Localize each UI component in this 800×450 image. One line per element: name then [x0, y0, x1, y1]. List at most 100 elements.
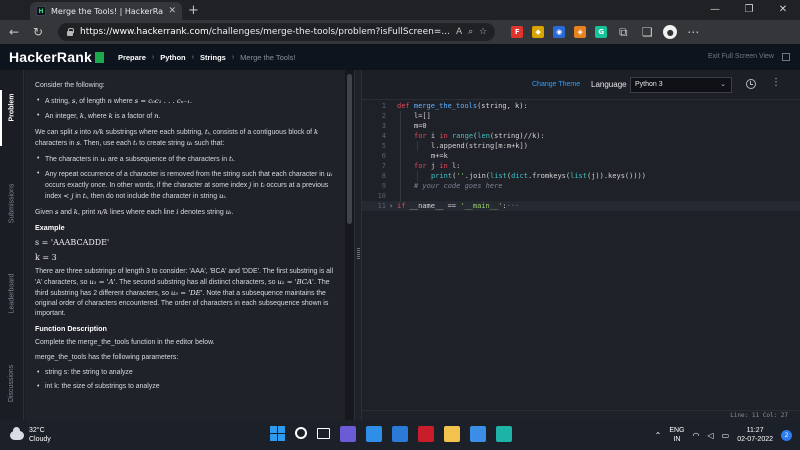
hackerrank-logo[interactable]: HackerRank — [9, 49, 104, 65]
learn-app-icon[interactable] — [366, 426, 382, 442]
scrollbar-thumb[interactable] — [347, 74, 352, 224]
new-tab-icon[interactable]: + — [188, 3, 199, 18]
breadcrumb-prepare[interactable]: Prepare — [118, 53, 146, 62]
tab-leaderboard[interactable]: Leaderboard — [0, 274, 24, 314]
list-item: An integer, k, where k is a factor of n. — [35, 111, 335, 122]
file-explorer-icon[interactable] — [444, 426, 460, 442]
window-controls: — ❐ ✕ — [698, 0, 800, 20]
close-window-icon[interactable]: ✕ — [766, 0, 800, 20]
example-heading: Example — [35, 223, 65, 232]
browser-toolbar: ← ↻ https://www.hackerrank.com/challenge… — [0, 20, 800, 44]
read-aloud-icon[interactable]: A — [456, 27, 462, 37]
tab-title: Merge the Tools! | HackerRank — [51, 6, 164, 16]
weather-condition: Cloudy — [29, 436, 51, 443]
notepad-icon[interactable] — [470, 426, 486, 442]
volume-icon[interactable]: ◁ — [707, 431, 713, 440]
breadcrumb: Prepare › Python › Strings › Merge the T… — [118, 53, 296, 62]
drag-handle-icon[interactable] — [357, 248, 360, 260]
fold-chevron-icon[interactable]: › — [389, 201, 393, 211]
clock[interactable]: 11:27 02-07-2022 — [737, 426, 773, 444]
code-line: 1 def merge_the_tools(string, k): — [381, 102, 528, 110]
favorites-icon[interactable]: ☆ — [479, 27, 487, 37]
tab-discussions[interactable]: Discussions — [0, 365, 24, 402]
zoom-icon[interactable]: ⌕ — [468, 27, 473, 37]
example-explanation: There are three substrings of length 3 t… — [35, 267, 334, 317]
change-theme-link[interactable]: Change Theme — [532, 81, 580, 88]
refresh-icon[interactable]: ↻ — [30, 25, 46, 39]
history-icon[interactable] — [746, 79, 756, 89]
panel-splitter[interactable] — [354, 70, 362, 420]
code-line: 5 l.append(string[m:m+k]) — [381, 142, 528, 150]
code-line: 9 # your code goes here — [381, 182, 503, 190]
list-item: The characters in uᵢ are a subsequence o… — [35, 154, 335, 165]
folded-ellipsis[interactable]: ··· — [507, 202, 520, 210]
more-options-icon[interactable]: ⋮ — [771, 78, 781, 88]
close-tab-icon[interactable]: ✕ — [168, 6, 176, 16]
minimize-icon[interactable]: — — [698, 0, 732, 20]
input-language[interactable]: ENG IN — [669, 426, 684, 444]
video-call-icon[interactable] — [340, 426, 356, 442]
code-line: 10 — [377, 192, 386, 200]
edge-icon[interactable] — [496, 426, 512, 442]
exit-fullscreen-link[interactable]: Exit Full Screen View — [708, 53, 774, 60]
temperature: 32°C — [29, 427, 45, 434]
function-description: Complete the merge_the_tools function in… — [35, 339, 215, 347]
extensions-icon[interactable]: ⧉ — [615, 25, 631, 40]
fuzzy-extension-icon[interactable]: F — [511, 26, 524, 38]
breadcrumb-strings[interactable]: Strings — [200, 53, 226, 62]
editor-toolbar: Change Theme Language Python 3 ⌄ ⋮ — [362, 70, 800, 100]
code-line: 8 print(''.join(list(dict.fromkeys(list(… — [381, 172, 646, 180]
mail-icon[interactable] — [392, 426, 408, 442]
code-editor[interactable]: 1 def merge_the_tools(string, k): 2 l=[]… — [362, 100, 800, 410]
weather-widget[interactable]: 32°C Cloudy — [10, 426, 51, 444]
windows-taskbar: 32°C Cloudy ⌃ ENG IN ◠ ◁ ▭ 11:27 02-07-2022… — [0, 420, 800, 450]
code-line-current: 11 › if __name__ == '__main__':··· — [362, 201, 800, 211]
language-select[interactable]: Python 3 ⌄ — [630, 77, 732, 93]
parameters-list: string s: the string to analyze int k: t… — [35, 368, 335, 392]
shield-extension-icon[interactable]: ◆ — [532, 26, 545, 38]
browser-tab-bar: H Merge the Tools! | HackerRank ✕ + — ❐ … — [0, 0, 800, 20]
tab-problem[interactable]: Problem — [0, 90, 24, 146]
chevron-up-icon[interactable]: ⌃ — [655, 431, 662, 440]
code-line: 7 for j in l: — [381, 162, 461, 170]
address-bar[interactable]: https://www.hackerrank.com/challenges/me… — [58, 23, 496, 41]
cloud-icon — [10, 426, 24, 440]
extensions-row: F ◆ ◉ ◈ G — [511, 26, 608, 38]
list-item: int k: the size of substrings to analyze — [35, 382, 335, 392]
exit-fullscreen-icon[interactable] — [782, 53, 790, 61]
chevron-right-icon: › — [151, 53, 155, 61]
logo-mark-icon — [94, 52, 104, 63]
split-text: We can split s into n/k substrings where… — [35, 128, 319, 147]
start-icon[interactable] — [270, 426, 285, 441]
maximize-icon[interactable]: ❐ — [732, 0, 766, 20]
battery-icon[interactable]: ▭ — [722, 431, 730, 440]
code-line: 3 m=0 — [381, 122, 427, 130]
notification-badge[interactable]: 2 — [781, 429, 792, 441]
grammarly-extension-icon[interactable]: G — [595, 26, 608, 38]
metamask-extension-icon[interactable]: ◈ — [574, 26, 587, 38]
profile-avatar-icon[interactable]: ● — [663, 25, 678, 39]
lock-icon — [66, 28, 74, 36]
search-icon[interactable] — [295, 427, 307, 439]
browser-tab[interactable]: H Merge the Tools! | HackerRank ✕ — [30, 2, 182, 20]
code-line: 6 m+=k — [381, 152, 448, 160]
rss-extension-icon[interactable]: ◉ — [553, 26, 566, 38]
tab-submissions[interactable]: Submissions — [0, 184, 24, 224]
collections-icon[interactable]: ❏ — [639, 25, 655, 39]
wifi-icon[interactable]: ◠ — [692, 431, 699, 440]
breadcrumb-python[interactable]: Python — [160, 53, 185, 62]
chevron-right-icon: › — [231, 53, 235, 61]
problem-statement: Consider the following: A string, s, of … — [25, 70, 345, 420]
code-line: 4 for i in range(len(string)//k): — [381, 132, 545, 140]
intro-text: Consider the following: — [35, 82, 105, 89]
editor-statusbar: Line: 11 Col: 27 — [362, 410, 800, 420]
list-item: A string, s, of length n where s = c₀c₁ … — [35, 96, 335, 107]
mcafee-icon[interactable] — [418, 426, 434, 442]
settings-menu-icon[interactable]: ⋯ — [685, 25, 701, 39]
problem-scrollbar[interactable] — [345, 70, 354, 420]
chevron-right-icon: › — [191, 53, 194, 61]
vertical-tab-bar: Problem Submissions Leaderboard Discussi… — [0, 70, 24, 420]
url-text: https://www.hackerrank.com/challenges/me… — [80, 27, 450, 37]
task-view-icon[interactable] — [317, 428, 330, 439]
back-icon[interactable]: ← — [6, 25, 22, 39]
